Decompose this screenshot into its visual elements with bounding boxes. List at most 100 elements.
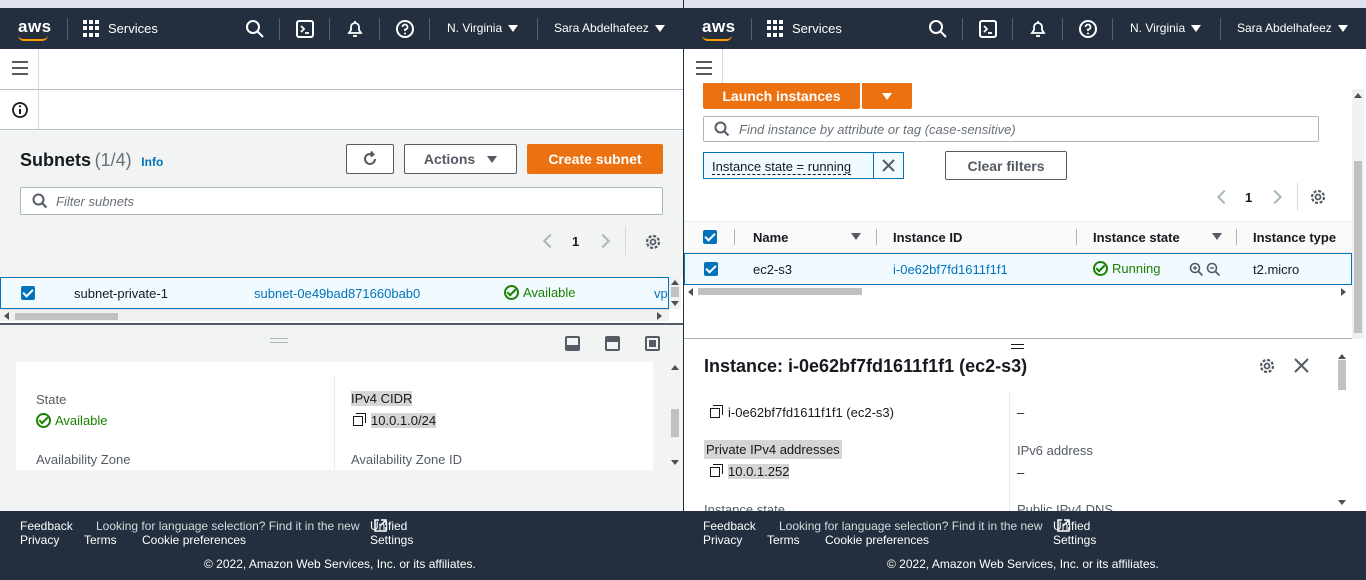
settings-gear-icon[interactable]: [1257, 356, 1277, 376]
filter-subnets-input[interactable]: Filter subnets: [20, 187, 663, 215]
services-menu[interactable]: Services: [792, 21, 842, 36]
vpc-link-truncated[interactable]: vp: [654, 286, 668, 301]
panel-top-icon[interactable]: [605, 336, 620, 351]
settings-gear-icon[interactable]: [643, 232, 663, 252]
subnet-id-link[interactable]: subnet-0e49bad871660bab0: [254, 286, 420, 301]
instance-id-link[interactable]: i-0e62bf7fd1611f1f1: [893, 262, 1008, 277]
drag-handle-icon[interactable]: [1011, 344, 1024, 349]
help-icon[interactable]: [1077, 18, 1099, 40]
privacy-link[interactable]: Privacy: [703, 533, 742, 547]
panel-full-icon[interactable]: [645, 336, 660, 351]
page-vertical-scrollbar[interactable]: [1352, 89, 1364, 339]
scroll-thumb[interactable]: [1338, 360, 1346, 390]
create-subnet-button[interactable]: Create subnet: [527, 144, 663, 174]
details-vertical-scrollbar[interactable]: [1336, 350, 1348, 511]
scroll-thumb[interactable]: [1354, 161, 1362, 333]
column-header-name[interactable]: Name: [753, 230, 788, 245]
privacy-link[interactable]: Privacy: [20, 533, 59, 547]
table-row[interactable]: subnet-private-1 subnet-0e49bad871660bab…: [0, 277, 669, 309]
scroll-down-icon[interactable]: [671, 460, 679, 465]
aws-logo[interactable]: aws: [18, 17, 52, 37]
scroll-right-icon[interactable]: [1341, 288, 1346, 296]
scroll-up-icon[interactable]: [671, 365, 679, 370]
scroll-left-icon[interactable]: [688, 288, 693, 296]
scroll-left-icon[interactable]: [4, 312, 9, 320]
feedback-link[interactable]: Feedback: [20, 519, 73, 533]
copy-icon[interactable]: [710, 464, 723, 477]
region-selector[interactable]: N. Virginia: [1130, 21, 1202, 35]
drag-handle-icon[interactable]: [270, 338, 288, 343]
clear-filters-button[interactable]: Clear filters: [945, 151, 1067, 180]
scroll-right-icon[interactable]: [657, 312, 662, 320]
scroll-up-icon[interactable]: [1338, 354, 1346, 359]
instances-console-pane: aws Services N. Virginia Sara Abdelhafee…: [684, 0, 1366, 580]
cookie-preferences-link[interactable]: Cookie preferences: [142, 533, 246, 547]
table-row[interactable]: ec2-s3 i-0e62bf7fd1611f1f1 Running t2.mi…: [684, 253, 1352, 285]
actions-button[interactable]: Actions: [404, 144, 517, 174]
column-header-instance-type[interactable]: Instance type: [1253, 230, 1336, 245]
scroll-up-icon[interactable]: [671, 280, 679, 285]
feedback-link[interactable]: Feedback: [703, 519, 756, 533]
cloudshell-icon[interactable]: [294, 18, 316, 40]
cookie-preferences-link[interactable]: Cookie preferences: [825, 533, 929, 547]
grid-icon[interactable]: [767, 20, 784, 37]
info-icon[interactable]: [11, 101, 29, 119]
scroll-thumb[interactable]: [671, 409, 679, 437]
scroll-thumb[interactable]: [15, 313, 118, 320]
remove-filter-icon[interactable]: [881, 158, 896, 173]
copy-icon[interactable]: [353, 413, 366, 426]
filter-caret-icon[interactable]: [851, 233, 861, 240]
instance-name: ec2-s3: [753, 262, 793, 277]
filter-token-label[interactable]: Instance state = running: [712, 159, 852, 175]
row-checkbox[interactable]: [21, 286, 35, 300]
aws-logo[interactable]: aws: [702, 17, 736, 37]
search-icon[interactable]: [927, 18, 949, 40]
copy-icon[interactable]: [710, 405, 723, 418]
column-header-instance-id[interactable]: Instance ID: [893, 230, 962, 245]
find-instance-input[interactable]: Find instance by attribute or tag (case-…: [703, 116, 1319, 142]
services-menu[interactable]: Services: [108, 21, 158, 36]
cloudshell-icon[interactable]: [977, 18, 999, 40]
grid-icon[interactable]: [83, 20, 100, 37]
select-all-checkbox[interactable]: [703, 230, 717, 244]
scroll-down-icon[interactable]: [671, 301, 679, 306]
table-vertical-scrollbar[interactable]: [669, 277, 681, 309]
launch-instances-button[interactable]: Launch instances: [703, 83, 860, 109]
token-divider: [873, 153, 874, 178]
page-number[interactable]: 1: [1245, 190, 1252, 205]
zoom-in-icon[interactable]: [1189, 262, 1204, 277]
region-selector[interactable]: N. Virginia: [447, 21, 519, 35]
row-checkbox[interactable]: [704, 262, 718, 276]
bell-icon[interactable]: [1027, 18, 1049, 40]
panel-bottom-icon[interactable]: [565, 336, 580, 351]
scroll-down-icon[interactable]: [1338, 500, 1346, 505]
unified-settings-link[interactable]: Unified Settings: [370, 519, 413, 547]
info-bar: [0, 90, 683, 130]
page-number[interactable]: 1: [572, 234, 579, 249]
search-icon[interactable]: [244, 18, 266, 40]
terms-link[interactable]: Terms: [84, 533, 117, 547]
refresh-button[interactable]: [346, 144, 394, 174]
filter-caret-icon[interactable]: [1212, 233, 1222, 240]
table-horizontal-scrollbar[interactable]: [684, 286, 1352, 298]
menu-icon[interactable]: [696, 61, 712, 75]
info-link[interactable]: Info: [141, 155, 163, 169]
terms-link[interactable]: Terms: [767, 533, 800, 547]
menu-icon[interactable]: [12, 61, 28, 75]
settings-gear-icon[interactable]: [1308, 187, 1328, 207]
details-vertical-scrollbar[interactable]: [669, 362, 681, 470]
column-header-instance-state[interactable]: Instance state: [1093, 230, 1180, 245]
split-divider[interactable]: [684, 338, 1352, 339]
help-icon[interactable]: [394, 18, 416, 40]
bell-icon[interactable]: [344, 18, 366, 40]
zoom-out-icon[interactable]: [1206, 262, 1221, 277]
table-horizontal-scrollbar[interactable]: [0, 309, 669, 321]
scroll-up-icon[interactable]: [1354, 93, 1362, 98]
unified-settings-link[interactable]: Unified Settings: [1053, 519, 1096, 547]
scroll-thumb[interactable]: [698, 288, 862, 295]
account-menu[interactable]: Sara Abdelhafeez: [554, 21, 665, 35]
close-icon[interactable]: [1293, 357, 1310, 374]
scroll-thumb[interactable]: [671, 287, 679, 297]
account-menu[interactable]: Sara Abdelhafeez: [1237, 21, 1348, 35]
launch-dropdown-button[interactable]: [862, 83, 912, 109]
